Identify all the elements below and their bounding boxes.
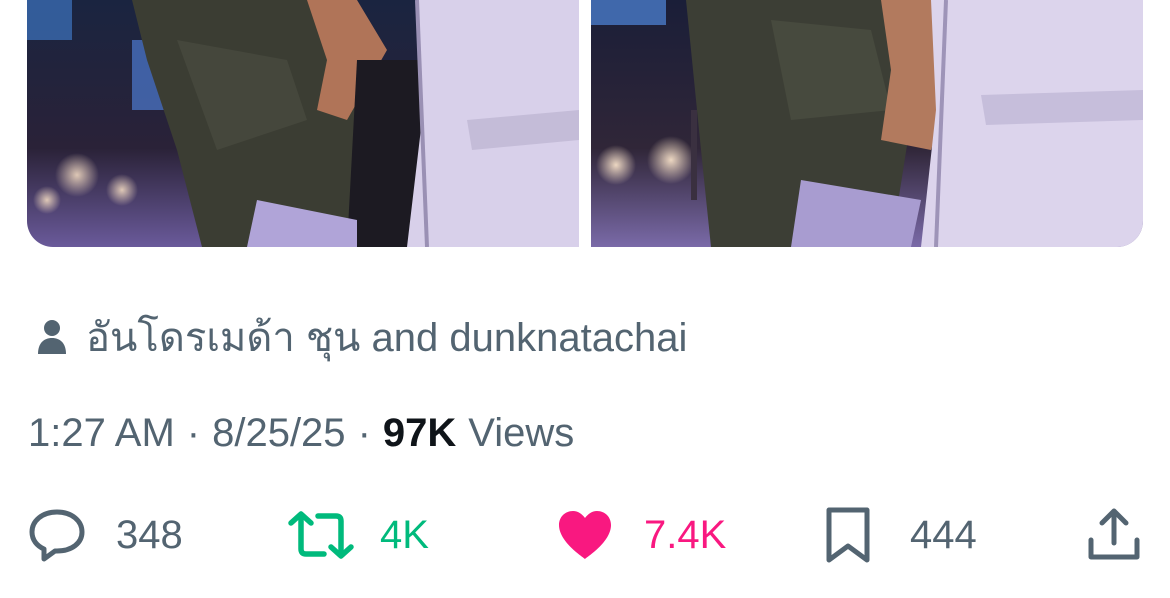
separator: · bbox=[357, 410, 371, 455]
retweet-button[interactable]: 4K bbox=[288, 500, 429, 570]
person-icon bbox=[38, 320, 66, 354]
retweet-count: 4K bbox=[380, 512, 429, 557]
separator: · bbox=[186, 410, 201, 455]
media-grid bbox=[27, 0, 1143, 247]
retweet-icon bbox=[288, 511, 354, 559]
action-bar: 348 4K 7.4K 444 bbox=[0, 500, 1170, 570]
heart-icon bbox=[559, 511, 611, 559]
tagged-users-text[interactable]: อันโดรเมด้า ชุน and dunknatachai bbox=[86, 305, 687, 369]
like-button[interactable]: 7.4K bbox=[556, 500, 726, 570]
bookmark-icon bbox=[826, 507, 870, 563]
photo-1[interactable] bbox=[27, 0, 579, 247]
views-count[interactable]: 97K bbox=[383, 411, 456, 456]
bookmark-button[interactable]: 444 bbox=[824, 500, 977, 570]
reply-count: 348 bbox=[116, 512, 183, 557]
views-label[interactable]: Views bbox=[468, 411, 574, 456]
photo-2[interactable] bbox=[591, 0, 1143, 247]
reply-icon bbox=[29, 509, 85, 562]
tweet-time[interactable]: 1:27 AM bbox=[28, 411, 175, 456]
tagged-users[interactable]: อันโดรเมด้า ชุน and dunknatachai bbox=[36, 312, 687, 362]
share-icon bbox=[1088, 508, 1140, 560]
reply-button[interactable]: 348 bbox=[28, 500, 183, 570]
tweet-metadata: 1:27 AM · 8/25/25 · 97K Views bbox=[28, 408, 574, 458]
tweet-date[interactable]: 8/25/25 bbox=[212, 411, 345, 456]
share-button[interactable] bbox=[1086, 500, 1142, 570]
bookmark-count: 444 bbox=[910, 512, 977, 557]
like-count: 7.4K bbox=[644, 512, 727, 557]
